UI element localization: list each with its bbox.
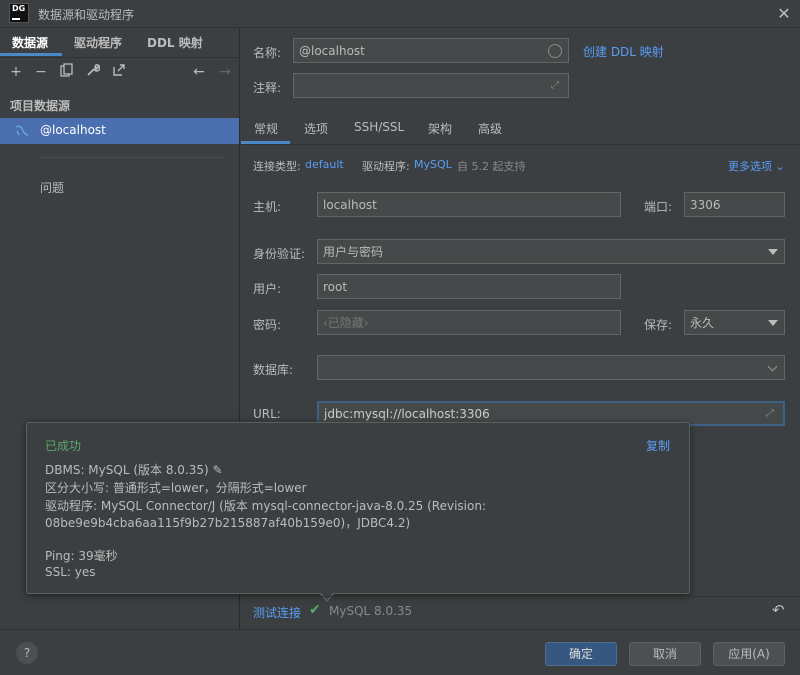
url-label: URL:	[253, 407, 281, 421]
color-picker-icon[interactable]	[548, 44, 562, 58]
password-field[interactable]: ‹已隐藏›	[317, 310, 621, 335]
tab-ssh-ssl[interactable]: SSH/SSL	[354, 120, 404, 134]
add-icon[interactable]: +	[7, 63, 25, 81]
problems-item[interactable]: 问题	[40, 179, 64, 196]
test-connection-link[interactable]: 测试连接	[253, 604, 301, 621]
datasource-list-item[interactable]: @localhost	[0, 118, 239, 144]
divider	[241, 596, 800, 597]
comment-field[interactable]: ⤢	[293, 73, 569, 98]
connection-type-link[interactable]: default	[305, 158, 344, 171]
tab-ddl-mappings[interactable]: DDL 映射	[147, 34, 203, 51]
save-select[interactable]: 永久	[684, 310, 785, 335]
tab-data-sources[interactable]: 数据源	[12, 34, 48, 51]
connection-type-label: 连接类型:	[253, 160, 301, 173]
app-logo: DG	[9, 3, 29, 23]
driver-support-note: 自 5.2 起支持	[457, 160, 526, 173]
tab-options[interactable]: 选项	[304, 120, 328, 137]
tab-advanced[interactable]: 高级	[478, 120, 502, 137]
datasource-label: @localhost	[40, 123, 106, 137]
ssl-line: SSL: yes	[45, 565, 96, 579]
mysql-icon	[15, 123, 31, 139]
comment-label: 注释:	[253, 81, 282, 95]
dbms-line: DBMS: MySQL (版本 8.0.35) ✎	[45, 463, 223, 477]
test-result: MySQL 8.0.35	[329, 604, 413, 618]
close-icon[interactable]: ✕	[774, 4, 794, 24]
chevron-down-icon	[767, 361, 778, 371]
copy-link[interactable]: 复制	[646, 437, 670, 454]
save-label: 保存:	[644, 318, 673, 332]
forward-icon[interactable]: →	[216, 63, 234, 81]
port-field[interactable]: 3306	[684, 192, 785, 217]
more-options-link[interactable]: 更多选项 ⌄	[728, 158, 785, 174]
driver-info-line: 08be9e9b4cba6aa115f9b27b215887af40b159e0…	[45, 516, 411, 530]
ok-button[interactable]: 确定	[545, 642, 617, 666]
connection-result-popup: 已成功 复制 DBMS: MySQL (版本 8.0.35) ✎ 区分大小写: …	[26, 422, 690, 594]
reset-icon[interactable]: ↶	[772, 601, 785, 619]
create-ddl-mapping-link[interactable]: 创建 DDL 映射	[583, 43, 664, 60]
checkmark-icon: ✔	[309, 602, 321, 618]
wrench-icon[interactable]	[84, 63, 102, 81]
dropdown-arrow-icon	[768, 319, 778, 326]
help-button[interactable]: ?	[16, 642, 38, 664]
chevron-down-icon: ⌄	[775, 160, 785, 173]
cancel-button[interactable]: 取消	[629, 642, 701, 666]
expand-icon[interactable]: ⤢	[766, 408, 777, 419]
tab-drivers[interactable]: 驱动程序	[74, 34, 122, 51]
active-tab-indicator	[0, 53, 62, 56]
name-field[interactable]: @localhost	[293, 38, 569, 63]
ping-line: Ping: 39毫秒	[45, 549, 118, 563]
duplicate-icon[interactable]	[58, 63, 76, 81]
edit-icon[interactable]: ✎	[213, 463, 223, 477]
user-field[interactable]: root	[317, 274, 621, 299]
expand-icon[interactable]: ⤢	[551, 80, 562, 91]
tab-general[interactable]: 常规	[254, 120, 278, 137]
auth-select[interactable]: 用户与密码	[317, 239, 785, 264]
back-icon[interactable]: ←	[190, 63, 208, 81]
apply-button[interactable]: 应用(A)	[713, 642, 785, 666]
driver-label: 驱动程序:	[362, 160, 410, 173]
dialog-footer: ? 确定 取消 应用(A)	[0, 629, 800, 675]
auth-label: 身份验证:	[253, 247, 306, 261]
title-bar: DG 数据源和驱动程序 ✕	[0, 0, 800, 28]
tab-schemas[interactable]: 架构	[428, 120, 452, 137]
name-label: 名称:	[253, 46, 282, 60]
driver-info-line: 驱动程序: MySQL Connector/J (版本 mysql-connec…	[45, 499, 486, 513]
success-status: 已成功	[45, 439, 82, 453]
window-title: 数据源和驱动程序	[38, 8, 135, 22]
divider	[38, 157, 226, 158]
case-line: 区分大小写: 普通形式=lower，分隔形式=lower	[45, 481, 307, 495]
remove-icon[interactable]: −	[32, 63, 50, 81]
driver-link[interactable]: MySQL	[414, 158, 452, 171]
jump-icon[interactable]	[110, 63, 128, 81]
database-select[interactable]	[317, 355, 785, 380]
divider	[0, 57, 240, 58]
port-label: 端口:	[644, 200, 673, 214]
password-label: 密码:	[253, 318, 282, 332]
divider	[241, 144, 800, 145]
host-label: 主机:	[253, 200, 282, 214]
user-label: 用户:	[253, 282, 282, 296]
dropdown-arrow-icon	[768, 248, 778, 255]
database-label: 数据库:	[253, 363, 294, 377]
host-field[interactable]: localhost	[317, 192, 621, 217]
section-header: 项目数据源	[10, 99, 71, 113]
